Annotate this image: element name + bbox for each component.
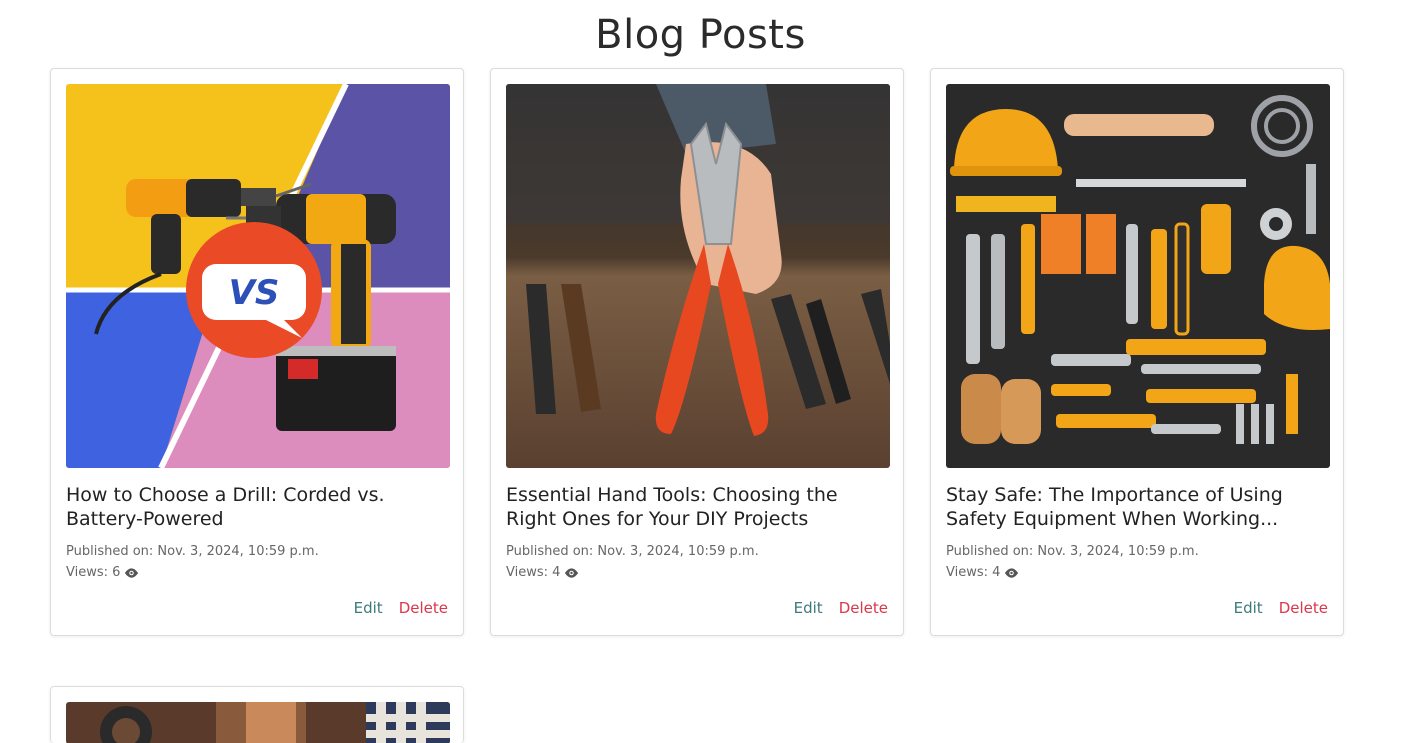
published-date: Published on: Nov. 3, 2024, 10:59 p.m. bbox=[506, 544, 759, 559]
post-card: VS How to Choose a Drill: Corded vs. Bat… bbox=[50, 68, 464, 636]
delete-link[interactable]: Delete bbox=[399, 599, 448, 617]
post-title[interactable]: Essential Hand Tools: Choosing the Right… bbox=[506, 483, 890, 531]
post-title-line[interactable]: Safety Equipment When Working... bbox=[946, 507, 1330, 531]
eye-icon bbox=[1004, 567, 1019, 578]
views-label: Views: 4 bbox=[946, 565, 1001, 580]
post-thumbnail-partial[interactable] bbox=[66, 702, 450, 743]
post-thumbnail-safety-tools[interactable] bbox=[946, 84, 1330, 468]
post-card: Stay Safe: The Importance of Using Safet… bbox=[930, 68, 1344, 636]
post-thumbnail-pliers[interactable] bbox=[506, 84, 890, 468]
edit-link[interactable]: Edit bbox=[354, 599, 383, 617]
published-date: Published on: Nov. 3, 2024, 10:59 p.m. bbox=[66, 544, 319, 559]
delete-link[interactable]: Delete bbox=[839, 599, 888, 617]
edit-link[interactable]: Edit bbox=[1234, 599, 1263, 617]
post-actions: Edit Delete bbox=[354, 599, 448, 617]
post-title[interactable]: How to Choose a Drill: Corded vs. Batter… bbox=[66, 483, 450, 531]
views-count: Views: 4 bbox=[946, 562, 1330, 583]
post-card bbox=[50, 686, 464, 743]
post-actions: Edit Delete bbox=[794, 599, 888, 617]
post-title-line[interactable]: How to Choose a Drill: Corded vs. bbox=[66, 483, 450, 507]
edit-link[interactable]: Edit bbox=[794, 599, 823, 617]
post-title-line[interactable]: Battery-Powered bbox=[66, 507, 450, 531]
post-thumbnail-drill[interactable]: VS bbox=[66, 84, 450, 468]
post-title-line[interactable]: Stay Safe: The Importance of Using bbox=[946, 483, 1330, 507]
post-meta: Published on: Nov. 3, 2024, 10:59 p.m. V… bbox=[506, 541, 890, 583]
blog-page: Blog Posts VS How to Choose a Drill: Cor… bbox=[0, 0, 1401, 743]
vs-badge-text: VS bbox=[229, 273, 280, 313]
post-meta: Published on: Nov. 3, 2024, 10:59 p.m. V… bbox=[946, 541, 1330, 583]
post-actions: Edit Delete bbox=[1234, 599, 1328, 617]
page-title: Blog Posts bbox=[595, 12, 806, 58]
views-count: Views: 6 bbox=[66, 562, 450, 583]
eye-icon bbox=[564, 567, 579, 578]
post-meta: Published on: Nov. 3, 2024, 10:59 p.m. V… bbox=[66, 541, 450, 583]
post-card: Essential Hand Tools: Choosing the Right… bbox=[490, 68, 904, 636]
eye-icon bbox=[124, 567, 139, 578]
post-title-line[interactable]: Right Ones for Your DIY Projects bbox=[506, 507, 890, 531]
post-title[interactable]: Stay Safe: The Importance of Using Safet… bbox=[946, 483, 1330, 531]
post-title-line[interactable]: Essential Hand Tools: Choosing the bbox=[506, 483, 890, 507]
published-date: Published on: Nov. 3, 2024, 10:59 p.m. bbox=[946, 544, 1199, 559]
delete-link[interactable]: Delete bbox=[1279, 599, 1328, 617]
views-label: Views: 4 bbox=[506, 565, 561, 580]
views-count: Views: 4 bbox=[506, 562, 890, 583]
views-label: Views: 6 bbox=[66, 565, 121, 580]
